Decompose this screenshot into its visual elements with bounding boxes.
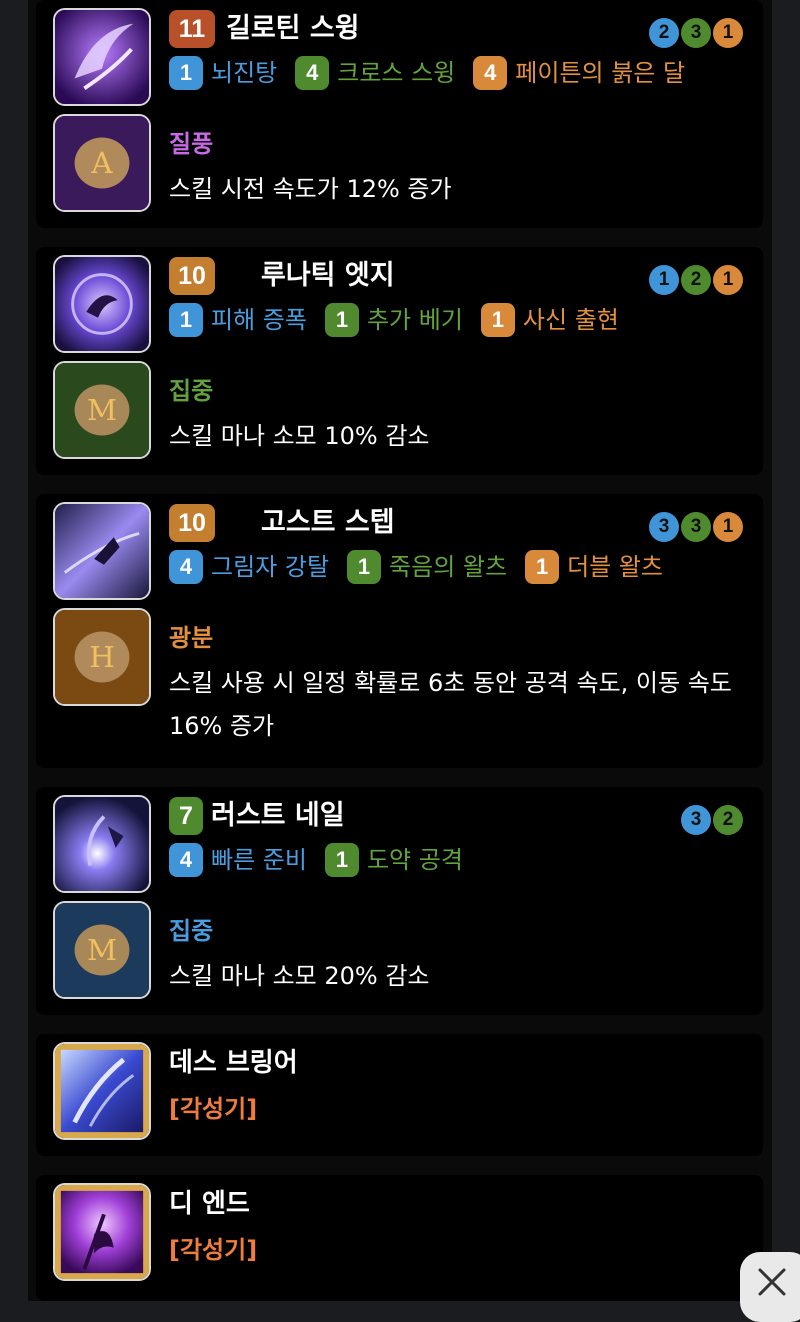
tripod-label: 더블 왈츠	[567, 553, 664, 581]
tripod-item: 1 추가 베기	[324, 303, 463, 337]
tripod-label: 사신 출현	[522, 306, 619, 334]
rune-icon: M	[53, 361, 151, 459]
dot-green: 3	[681, 512, 711, 542]
tripod-level-dots: 3 3 1	[649, 512, 743, 542]
awakening-tag: [각성기]	[169, 1095, 258, 1123]
tripod-level-dots: 1 2 1	[649, 265, 743, 295]
close-button[interactable]	[740, 1252, 800, 1322]
skill-name: 루나틱 엣지	[261, 260, 395, 291]
dot-orange: 1	[713, 265, 743, 295]
tripod-level-dots: 3 2	[681, 805, 743, 835]
dot-orange: 1	[713, 512, 743, 542]
dot-green: 2	[681, 265, 711, 295]
tripod-item: 4 페이튼의 붉은 달	[473, 56, 685, 90]
skill-icon	[53, 795, 151, 893]
awakening-tag: [각성기]	[169, 1236, 258, 1264]
tripod-level-dots: 2 3 1	[649, 18, 743, 48]
tripod-num: 1	[169, 56, 203, 90]
svg-text:M: M	[87, 933, 117, 967]
skill-name: 고스트 스텝	[261, 507, 395, 538]
skill-card[interactable]: 11 길로틴 스윙 2 3 1 1 뇌진탕 4 크로스 스윙 4 페이튼의 붉은 달 …	[36, 0, 763, 228]
tripod-row: 1 뇌진탕 4 크로스 스윙 4 페이튼의 붉은 달	[169, 56, 703, 90]
tripod-num: 1	[480, 303, 515, 337]
rune-description: 스킬 마나 소모 20% 감소	[169, 962, 430, 990]
tripod-num: 1	[324, 303, 359, 337]
tripod-num: 4	[169, 843, 203, 877]
awakening-name: 디 엔드	[169, 1189, 250, 1219]
skill-list: 11 길로틴 스윙 2 3 1 1 뇌진탕 4 크로스 스윙 4 페이튼의 붉은 달 …	[28, 0, 772, 1301]
skill-level-badge: 11	[169, 10, 215, 48]
skill-level-badge: 7	[169, 797, 203, 835]
awakening-card[interactable]: 디 엔드 [각성기]	[36, 1175, 763, 1301]
rune-description-line: 스킬 사용 시 일정 확률로 6초 동안 공격 속도, 이동 속도	[169, 669, 732, 697]
tripod-label: 도약 공격	[366, 846, 463, 874]
awakening-icon	[53, 1042, 151, 1140]
tripod-label: 뇌진탕	[211, 59, 278, 87]
dot-green: 2	[713, 805, 743, 835]
skill-level-badge: 10	[169, 504, 215, 542]
tripod-item: 1 사신 출현	[480, 303, 619, 337]
tripod-item: 1 뇌진탕	[169, 56, 277, 90]
tripod-num: 1	[525, 550, 560, 584]
rune-description-line: 16% 증가	[169, 712, 275, 740]
tripod-num: 1	[347, 550, 382, 584]
skill-card[interactable]: 7 러스트 네일 3 2 4 빠른 준비 1 도약 공격 M 집중 스킬 마나 소모…	[36, 787, 763, 1015]
skill-icon	[53, 255, 151, 353]
tripod-item: 1 죽음의 왈츠	[347, 550, 507, 584]
tripod-label: 죽음의 왈츠	[389, 553, 508, 581]
rune-name: 집중	[169, 377, 214, 405]
tripod-num: 4	[473, 56, 508, 90]
tripod-label: 페이튼의 붉은 달	[515, 59, 686, 87]
rune-icon: M	[53, 901, 151, 999]
tripod-item: 1 더블 왈츠	[525, 550, 663, 584]
tripod-item: 4 크로스 스윙	[295, 56, 455, 90]
svg-text:A: A	[90, 146, 113, 180]
tripod-label: 그림자 강탈	[211, 553, 330, 581]
rune-icon: A	[53, 114, 151, 212]
rune-name: 광분	[169, 624, 214, 652]
skill-card[interactable]: 10 고스트 스텝 3 3 1 4 그림자 강탈 1 죽음의 왈츠 1 더블 왈츠 H…	[36, 494, 763, 768]
awakening-name: 데스 브링어	[169, 1048, 298, 1078]
skill-icon	[53, 502, 151, 600]
tripod-label: 빠른 준비	[211, 846, 307, 874]
dot-blue: 2	[649, 18, 679, 48]
dot-blue: 3	[681, 805, 711, 835]
skill-name: 길로틴 스윙	[226, 13, 360, 44]
svg-text:H: H	[89, 640, 115, 674]
rune-name: 집중	[169, 917, 214, 945]
dot-blue: 1	[649, 265, 679, 295]
skill-name: 러스트 네일	[211, 800, 345, 831]
skill-level-badge: 10	[169, 257, 215, 295]
skill-card[interactable]: 10 루나틱 엣지 1 2 1 1 피해 증폭 1 추가 베기 1 사신 출현 M 집…	[36, 247, 763, 475]
rune-name: 질풍	[169, 130, 214, 158]
tripod-item: 1 피해 증폭	[169, 303, 307, 337]
rune-description: 스킬 사용 시 일정 확률로 6초 동안 공격 속도, 이동 속도 16% 증가	[169, 662, 759, 748]
rune-description: 스킬 시전 속도가 12% 증가	[169, 175, 452, 203]
tripod-num: 1	[324, 843, 359, 877]
tripod-num: 1	[169, 303, 203, 337]
tripod-label: 피해 증폭	[211, 306, 307, 334]
rune-description: 스킬 마나 소모 10% 감소	[169, 422, 430, 450]
tripod-row: 4 그림자 강탈 1 죽음의 왈츠 1 더블 왈츠	[169, 550, 681, 584]
close-icon	[758, 1268, 786, 1296]
awakening-icon	[53, 1183, 151, 1281]
rune-icon: H	[53, 608, 151, 706]
dot-blue: 3	[649, 512, 679, 542]
tripod-row: 1 피해 증폭 1 추가 베기 1 사신 출현	[169, 303, 637, 337]
dot-orange: 1	[713, 18, 743, 48]
skill-icon	[53, 8, 151, 106]
svg-text:M: M	[87, 393, 117, 427]
tripod-num: 4	[169, 550, 203, 584]
tripod-item: 4 그림자 강탈	[169, 550, 329, 584]
tripod-num: 4	[295, 56, 330, 90]
tripod-label: 추가 베기	[366, 306, 463, 334]
tripod-item: 1 도약 공격	[324, 843, 463, 877]
dot-green: 3	[681, 18, 711, 48]
tripod-row: 4 빠른 준비 1 도약 공격	[169, 843, 481, 877]
awakening-card[interactable]: 데스 브링어 [각성기]	[36, 1034, 763, 1156]
tripod-label: 크로스 스윙	[337, 59, 456, 87]
tripod-item: 4 빠른 준비	[169, 843, 307, 877]
